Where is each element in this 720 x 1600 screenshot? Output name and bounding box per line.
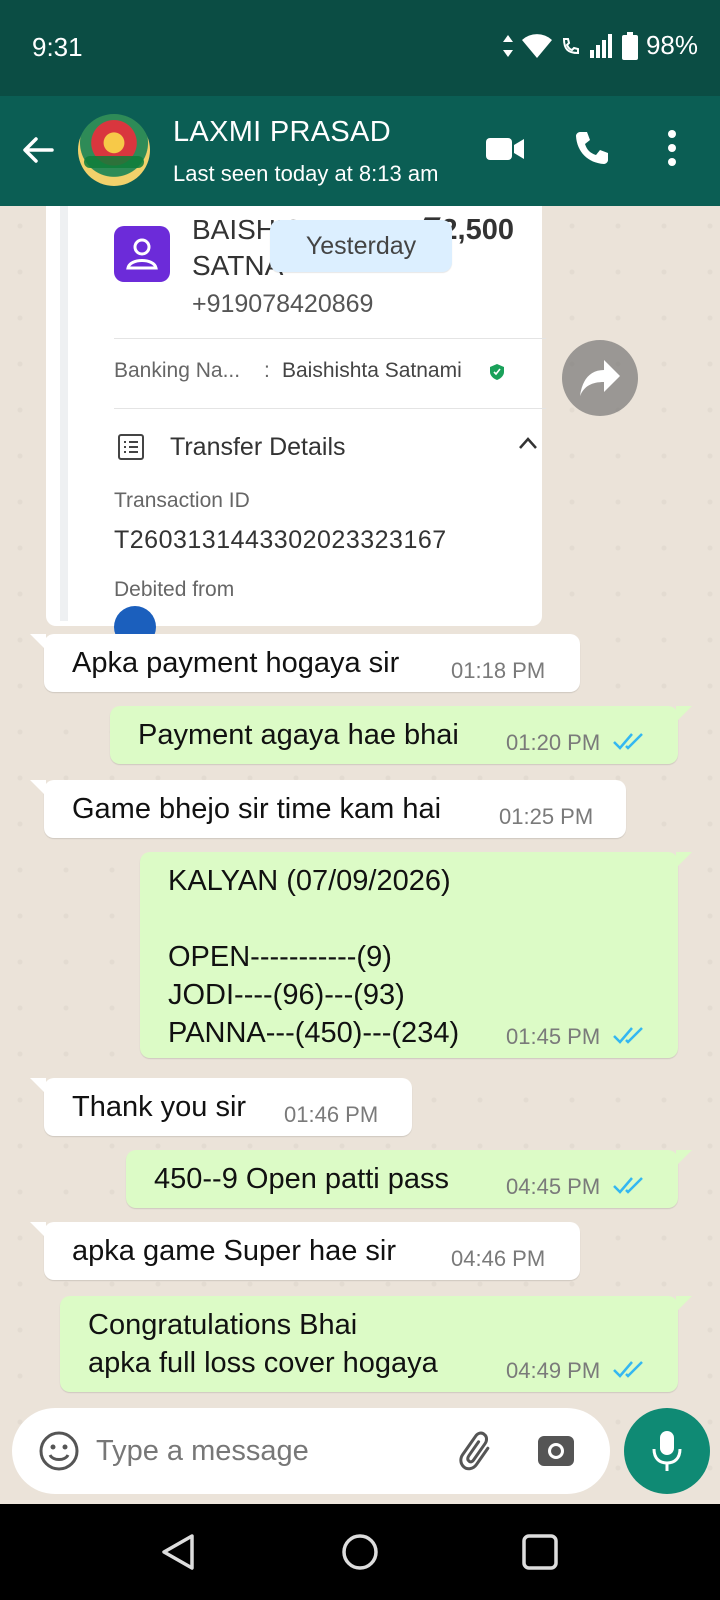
double-check-read-icon <box>613 1177 643 1194</box>
message-input[interactable] <box>96 1430 426 1472</box>
double-check-read-icon <box>613 1027 643 1044</box>
phone-icon[interactable] <box>572 128 612 168</box>
message-text: 450--9 Open patti pass <box>154 1163 450 1195</box>
message-text: apka game Super hae sir <box>72 1235 397 1267</box>
contact-name[interactable]: LAXMI PRASAD <box>173 116 391 149</box>
banking-name-value: Baishishta Satnami <box>282 359 462 382</box>
double-check-read-icon <box>613 733 643 750</box>
transaction-id-value: T2603131443302023323167 <box>114 526 447 554</box>
list-icon <box>118 434 144 460</box>
message-text: Congratulations Bhai apka full loss cove… <box>88 1309 438 1379</box>
message-text: Apka payment hogaya sir <box>72 647 400 679</box>
message-outgoing[interactable]: KALYAN (07/09/2026) OPEN-----------(9) J… <box>140 852 692 1058</box>
message-text: Game bhejo sir time kam hai <box>72 793 442 825</box>
voice-message-button[interactable] <box>624 1408 710 1494</box>
mic-icon <box>652 1431 682 1471</box>
message-outgoing[interactable]: 450--9 Open patti pass 04:45 PM <box>126 1150 692 1208</box>
transaction-id-label: Transaction ID <box>114 489 250 512</box>
message-outgoing[interactable]: Congratulations Bhai apka full loss cove… <box>60 1296 692 1392</box>
forward-icon <box>580 360 620 396</box>
divider <box>114 408 546 409</box>
battery-icon <box>621 31 638 60</box>
message-incoming[interactable]: apka game Super hae sir 04:46 PM <box>30 1222 580 1280</box>
nav-recents-icon[interactable] <box>520 1532 560 1572</box>
message-incoming[interactable]: Apka payment hogaya sir 01:18 PM <box>30 634 580 692</box>
status-icons: 98% <box>502 30 698 61</box>
transfer-details-title[interactable]: Transfer Details <box>170 433 346 462</box>
video-call-icon[interactable] <box>484 128 526 170</box>
message-text: Thank you sir <box>72 1091 247 1123</box>
message-time: 04:45 PM <box>506 1174 601 1199</box>
message-incoming[interactable]: Game bhejo sir time kam hai 01:25 PM <box>30 780 626 838</box>
message-time: 01:46 PM <box>284 1102 379 1127</box>
message-incoming[interactable]: Thank you sir 01:46 PM <box>30 1078 412 1136</box>
forward-button[interactable] <box>562 340 638 416</box>
back-arrow-icon[interactable] <box>20 132 56 168</box>
emoji-icon[interactable] <box>38 1430 80 1472</box>
more-options-icon[interactable] <box>664 128 680 168</box>
chevron-up-icon[interactable] <box>518 436 538 450</box>
chat-area[interactable]: BAISHISHTA SATNA ₹2,500 +919078420869 Ba… <box>0 206 720 1500</box>
message-text: Payment agaya hae bhai <box>138 719 459 751</box>
payee-avatar-icon <box>114 226 170 282</box>
signal-icon <box>589 33 612 58</box>
contact-avatar[interactable] <box>78 114 150 186</box>
attach-icon[interactable] <box>458 1430 498 1472</box>
verified-shield-icon <box>490 364 504 380</box>
nav-back-icon[interactable] <box>160 1532 196 1572</box>
message-time: 01:18 PM <box>451 658 546 683</box>
message-time: 01:45 PM <box>506 1024 601 1049</box>
message-time: 04:49 PM <box>506 1358 601 1383</box>
nav-home-icon[interactable] <box>340 1532 380 1572</box>
message-outgoing[interactable]: Payment agaya hae bhai 01:20 PM <box>110 706 692 764</box>
camera-icon[interactable] <box>536 1430 576 1470</box>
status-time: 9:31 <box>32 32 83 62</box>
divider <box>114 338 546 339</box>
message-time: 01:20 PM <box>506 730 601 755</box>
message-time: 01:25 PM <box>499 804 594 829</box>
last-seen-status: Last seen today at 8:13 am <box>173 161 439 186</box>
payee-phone: +919078420869 <box>192 290 374 318</box>
debited-from-label: Debited from <box>114 578 235 601</box>
double-check-read-icon <box>613 1361 643 1378</box>
date-chip: Yesterday <box>270 220 452 272</box>
banking-name-label: Banking Na... <box>114 359 241 382</box>
system-nav-bar <box>0 1504 720 1600</box>
battery-percent: 98% <box>645 30 698 60</box>
message-text: KALYAN (07/09/2026) OPEN-----------(9) J… <box>168 865 460 1049</box>
message-time: 04:46 PM <box>451 1246 546 1271</box>
banking-colon: : <box>264 359 270 382</box>
wifi-icon <box>521 33 552 58</box>
chat-header: LAXMI PRASAD Last seen today at 8:13 am <box>0 96 720 206</box>
status-bar: 9:31 98% <box>0 0 720 96</box>
data-arrows-icon <box>502 34 513 57</box>
wifi-calling-icon <box>562 37 579 54</box>
message-composer <box>12 1408 610 1494</box>
